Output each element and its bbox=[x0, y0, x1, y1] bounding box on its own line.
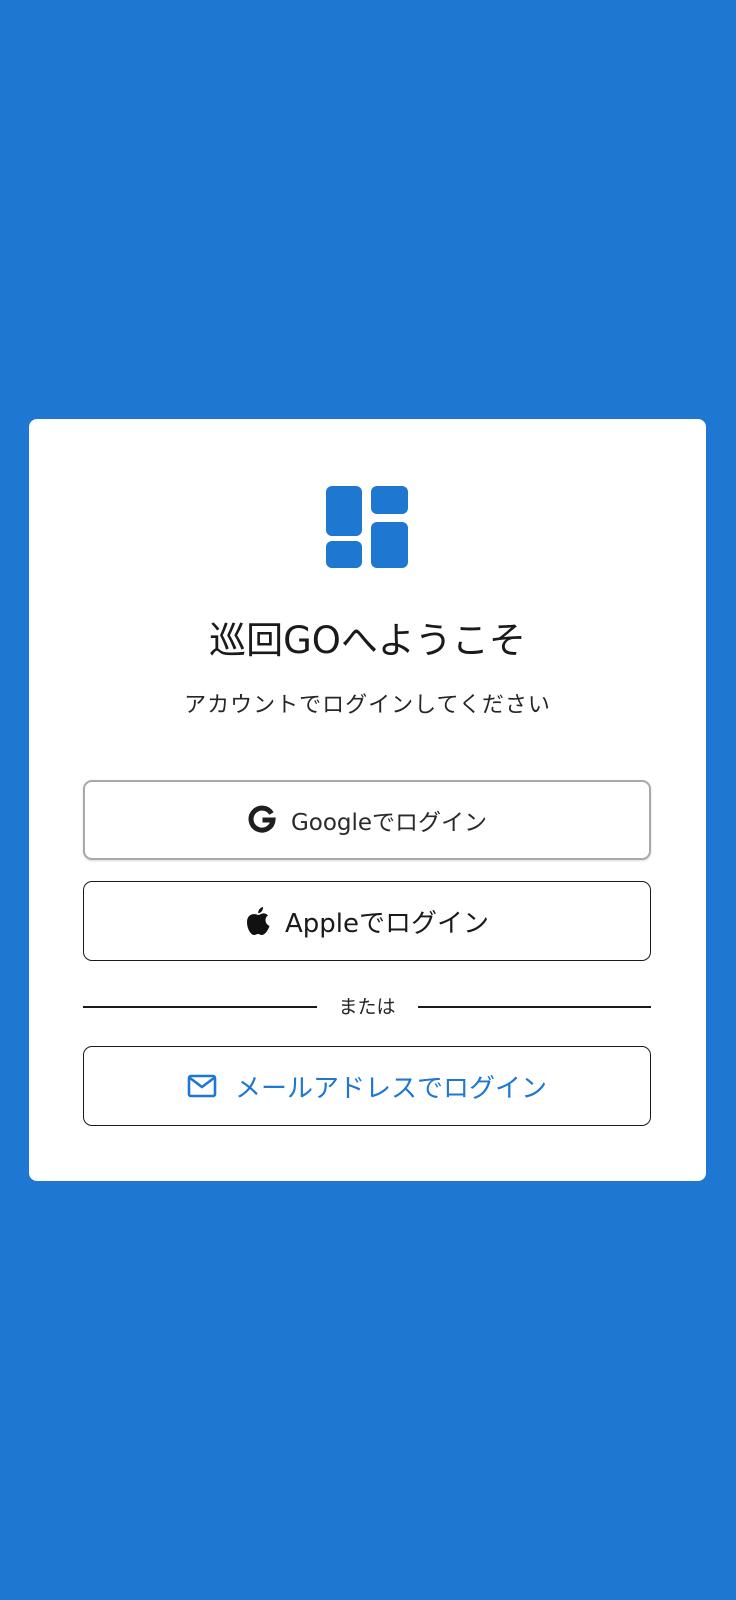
divider-line-right bbox=[417, 1006, 652, 1008]
email-login-button[interactable]: メールアドレスでログイン bbox=[83, 1046, 651, 1126]
google-login-label: Googleでログイン bbox=[290, 810, 488, 836]
login-card: 巡回GOへようこそ アカウントでログインしてください Googleでログイン A… bbox=[29, 419, 706, 1181]
google-icon bbox=[247, 805, 277, 835]
page-title: 巡回GOへようこそ bbox=[209, 619, 526, 662]
apple-icon bbox=[245, 906, 271, 936]
divider-line-left bbox=[83, 1006, 317, 1008]
divider-text: または bbox=[338, 996, 396, 1018]
page-subtitle: アカウントでログインしてください bbox=[184, 693, 551, 718]
mail-icon bbox=[187, 1074, 217, 1098]
apple-login-button[interactable]: Appleでログイン bbox=[83, 881, 651, 961]
google-login-button[interactable]: Googleでログイン bbox=[83, 780, 651, 860]
or-divider: または bbox=[83, 992, 652, 1022]
app-logo bbox=[326, 486, 408, 568]
email-login-label: メールアドレスでログイン bbox=[234, 1073, 547, 1104]
apple-login-label: Appleでログイン bbox=[284, 908, 489, 939]
grid-logo-icon bbox=[326, 486, 408, 568]
